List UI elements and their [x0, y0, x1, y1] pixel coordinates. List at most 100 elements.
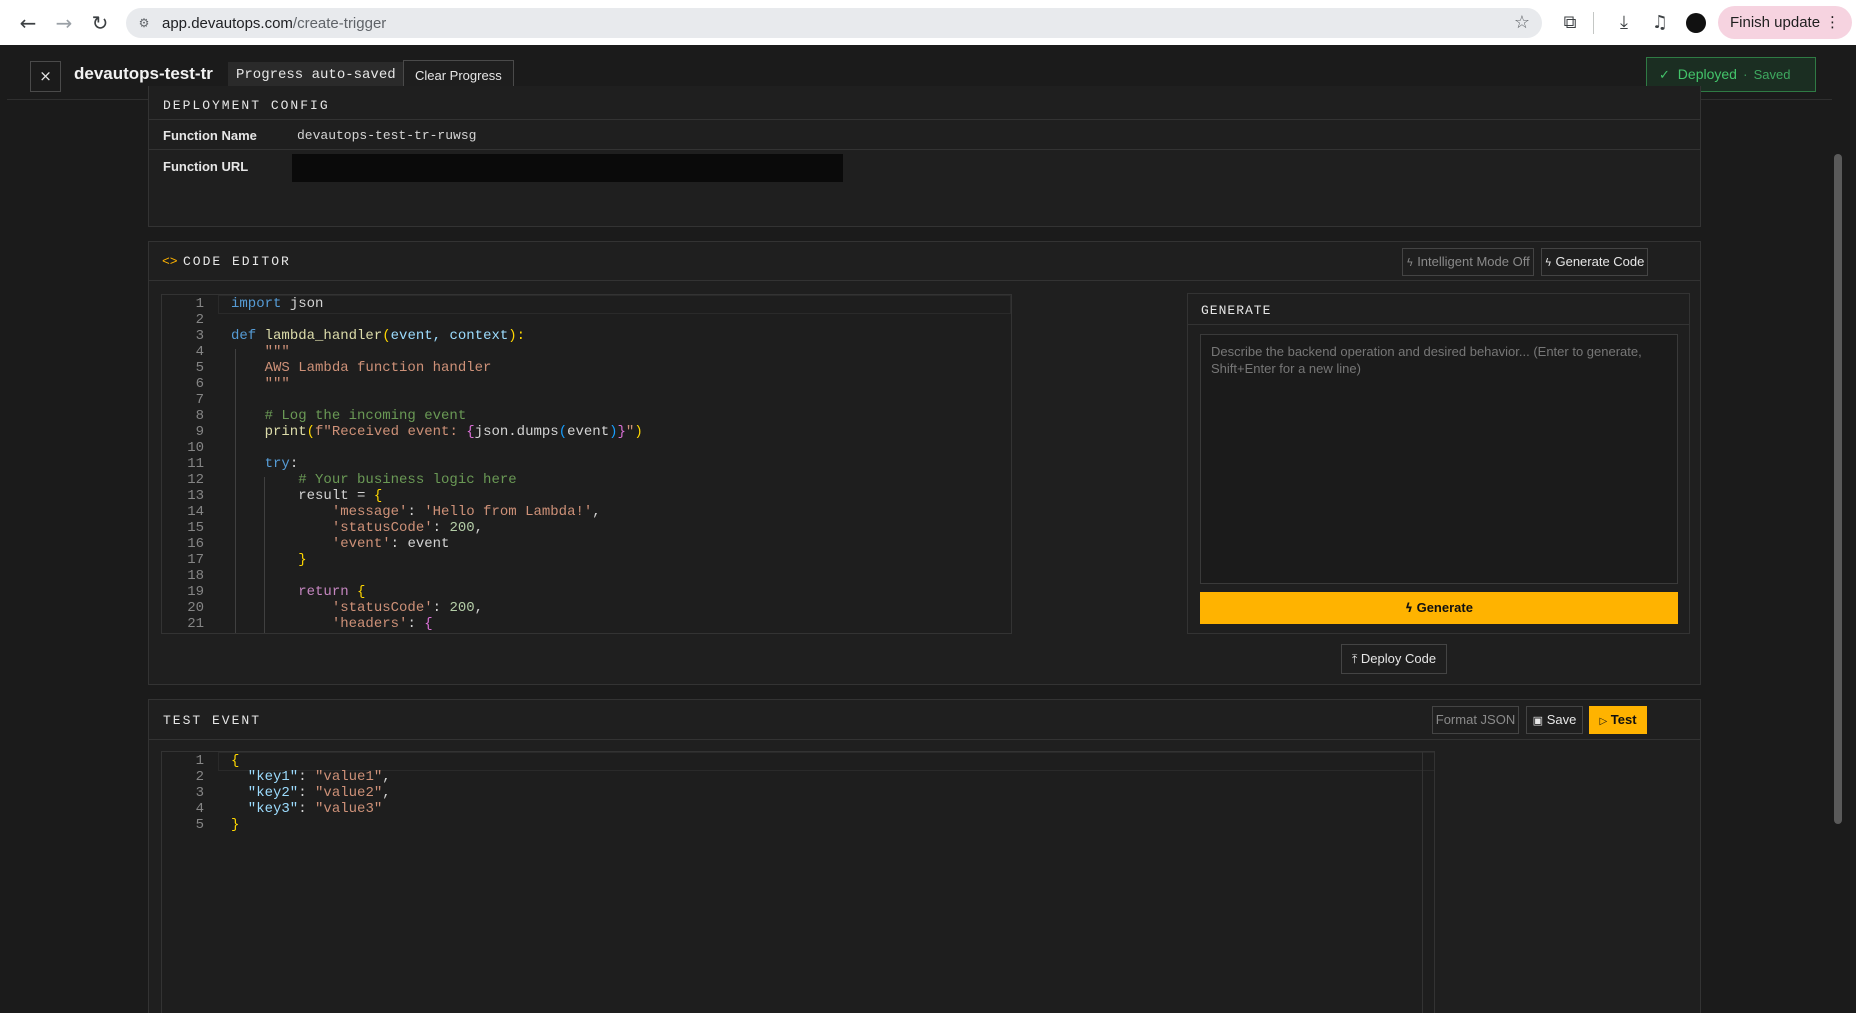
bookmark-star-icon[interactable]: ☆: [1514, 12, 1530, 33]
test-label: Test: [1610, 712, 1637, 727]
token: "value2": [315, 785, 383, 801]
address-url[interactable]: app.devautops.com/create-trigger: [162, 15, 386, 32]
token: :: [407, 616, 425, 632]
deploy-code-button[interactable]: ⤒ Deploy Code: [1341, 644, 1447, 674]
token: }: [617, 424, 626, 440]
code-brackets-icon: <>: [162, 254, 178, 269]
bolt-icon: ϟ: [1406, 256, 1414, 269]
token: (: [306, 424, 316, 440]
generate-prompt-input[interactable]: Describe the backend operation and desir…: [1200, 334, 1678, 584]
address-bar[interactable]: ⚙ app.devautops.com/create-trigger ☆: [126, 8, 1542, 38]
generate-header: GENERATE: [1188, 294, 1689, 325]
token: 200: [449, 600, 475, 616]
token: {: [424, 616, 433, 632]
line-text: }: [231, 817, 240, 833]
token: {: [348, 584, 366, 600]
status-separator: ·: [1742, 66, 1748, 82]
extensions-icon[interactable]: ⧉: [1558, 11, 1582, 35]
token: ,: [474, 520, 484, 536]
token: :: [289, 456, 299, 472]
token: "key1": [231, 769, 299, 785]
token: result =: [231, 488, 374, 504]
intelligent-mode-label: Intelligent Mode Off: [1417, 254, 1530, 269]
generate-button[interactable]: ϟ Generate: [1200, 592, 1678, 624]
deployment-config-title: DEPLOYMENT CONFIG: [163, 98, 330, 113]
editor-scrollbar[interactable]: [1422, 752, 1434, 1013]
token: def: [231, 328, 257, 344]
page-scrollbar-thumb[interactable]: [1834, 154, 1842, 824]
url-domain: app.devautops.com: [162, 15, 293, 32]
url-path: /create-trigger: [292, 15, 387, 32]
token: "value3": [315, 801, 383, 817]
token: 'statusCode': [231, 520, 433, 536]
line-number: 21: [187, 616, 204, 632]
generate-code-label: Generate Code: [1555, 254, 1645, 269]
test-event-title: TEST EVENT: [163, 713, 262, 728]
toolbar-divider: [1593, 12, 1594, 34]
token: 'headers': [231, 616, 408, 632]
status-deployed: Deployed: [1677, 66, 1737, 82]
media-controls-icon[interactable]: ♫: [1648, 11, 1672, 35]
save-label: Save: [1546, 712, 1577, 727]
token: 'Hello from Lambda!': [424, 504, 593, 520]
token: : event: [390, 536, 450, 552]
line-text: 'headers': {: [231, 615, 433, 633]
code-editor[interactable]: 1 import json 2 3 def lambda_handler(event…: [161, 294, 1012, 634]
site-info-icon[interactable]: ⚙: [136, 15, 152, 31]
token: {: [466, 424, 475, 440]
test-event-section: TEST EVENT Format JSON ▣ Save ▷ Test 1{ …: [148, 699, 1701, 1013]
generate-code-button[interactable]: ϟ Generate Code: [1541, 248, 1648, 276]
test-event-editor[interactable]: 1{ 2 "key1": "value1", 3 "key2": "value2…: [161, 751, 1435, 1013]
format-json-button[interactable]: Format JSON: [1432, 706, 1519, 734]
token: (: [558, 424, 568, 440]
reload-icon[interactable]: ↻: [87, 10, 113, 36]
profile-avatar[interactable]: [1686, 13, 1706, 33]
function-name-label: Function Name: [163, 128, 257, 143]
token: 200: [449, 520, 475, 536]
token: f"Received event:: [315, 424, 467, 440]
app-page: × devautops-test-tr Progress auto-saved …: [7, 45, 1844, 1013]
function-url-value: [292, 154, 843, 182]
test-button[interactable]: ▷ Test: [1589, 706, 1647, 734]
token: :: [407, 504, 425, 520]
bolt-icon: ϟ: [1405, 601, 1413, 615]
autosave-badge: Progress auto-saved: [228, 62, 404, 89]
token: :: [432, 520, 450, 536]
token: json: [281, 296, 324, 312]
token: ): [634, 424, 643, 440]
token: event: [567, 424, 610, 440]
page-title: devautops-test-tr: [74, 64, 213, 83]
save-disk-icon: ▣: [1532, 714, 1544, 727]
test-event-header: TEST EVENT Format JSON ▣ Save ▷ Test: [149, 700, 1700, 740]
page-scrollbar[interactable]: [1832, 45, 1844, 1013]
intelligent-mode-toggle[interactable]: ϟ Intelligent Mode Off: [1402, 248, 1534, 276]
token: event, context: [390, 328, 509, 344]
forward-icon[interactable]: →: [51, 10, 77, 36]
line-text: """: [231, 376, 290, 392]
back-icon[interactable]: ←: [15, 10, 41, 36]
token: "value1": [315, 769, 383, 785]
function-url-label: Function URL: [163, 159, 249, 174]
current-line-highlight: [218, 752, 1434, 771]
token: "key2": [231, 785, 299, 801]
close-button[interactable]: ×: [30, 61, 61, 92]
finish-update-button[interactable]: Finish update ⋮: [1718, 6, 1852, 39]
token: json.dumps: [474, 424, 559, 440]
save-button[interactable]: ▣ Save: [1526, 706, 1583, 734]
token: :: [432, 600, 450, 616]
line-text: import json: [231, 295, 323, 314]
token: ): [609, 424, 618, 440]
token: 'statusCode': [231, 600, 433, 616]
token: try: [231, 456, 290, 472]
more-menu-icon[interactable]: ⋮: [1825, 6, 1840, 39]
token: ):: [508, 328, 526, 344]
token: (: [382, 328, 391, 344]
generate-title: GENERATE: [1201, 303, 1272, 318]
line-text: "key3": "value3": [231, 801, 383, 817]
bolt-icon: ϟ: [1544, 256, 1552, 269]
function-url-row: Function URL: [149, 149, 1700, 182]
generate-panel: GENERATE Describe the backend operation …: [1187, 293, 1690, 634]
downloads-icon[interactable]: ⤓: [1612, 11, 1636, 35]
token: lambda_handler: [256, 328, 383, 344]
function-name-value: devautops-test-tr-ruwsg: [297, 128, 477, 143]
